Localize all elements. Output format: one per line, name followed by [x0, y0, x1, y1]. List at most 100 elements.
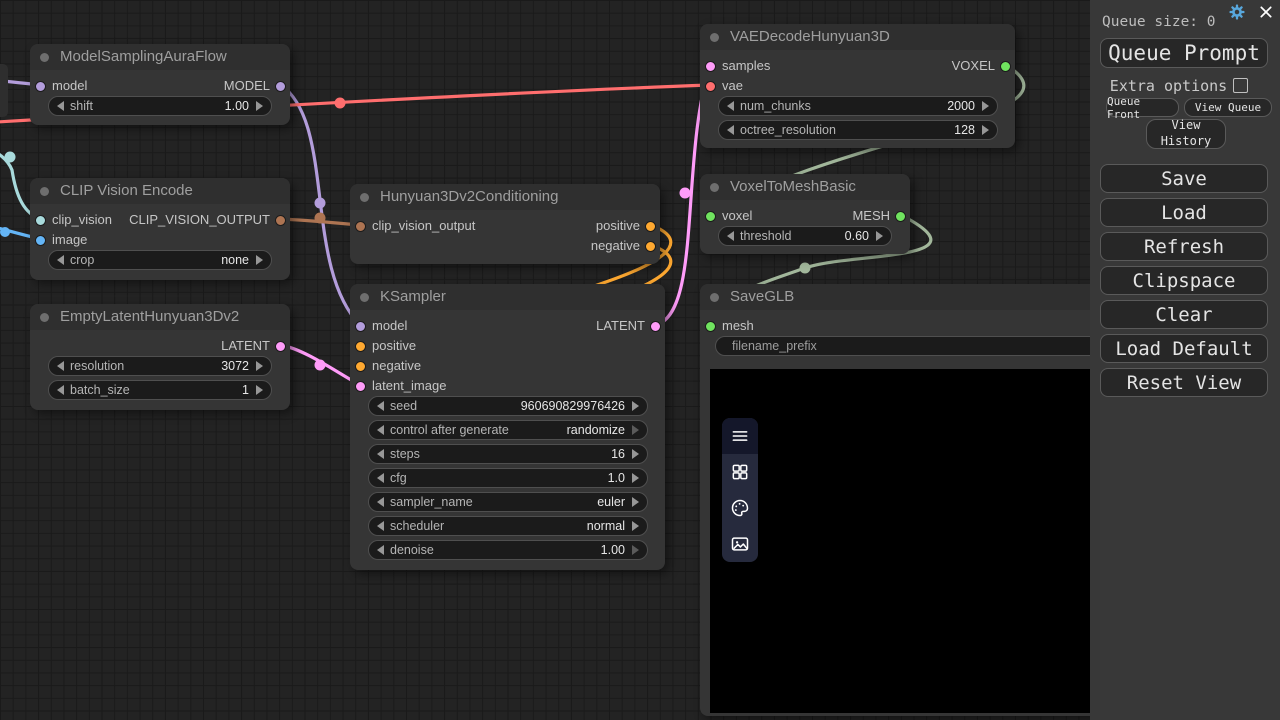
- view-queue-button[interactable]: View Queue: [1184, 98, 1272, 117]
- reset-view-button[interactable]: Reset View: [1100, 368, 1268, 397]
- output-port-clip-vision-output[interactable]: [275, 215, 286, 226]
- decrement-arrow-icon[interactable]: [377, 521, 384, 531]
- widget-steps[interactable]: steps 16: [368, 444, 648, 464]
- viewport-grid-button[interactable]: [722, 454, 758, 490]
- collapse-dot[interactable]: [40, 187, 49, 196]
- increment-arrow-icon[interactable]: [632, 449, 639, 459]
- collapse-dot[interactable]: [710, 293, 719, 302]
- decrement-arrow-icon[interactable]: [57, 361, 64, 371]
- output-port-latent[interactable]: [275, 341, 286, 352]
- input-port-positive[interactable]: [355, 341, 366, 352]
- output-port-positive[interactable]: [645, 221, 656, 232]
- decrement-arrow-icon[interactable]: [727, 231, 734, 241]
- node-title: Hunyuan3Dv2Conditioning: [380, 188, 558, 205]
- widget-batch-size[interactable]: batch_size 1: [48, 380, 272, 400]
- widget-shift[interactable]: shift 1.00: [48, 96, 272, 116]
- output-port-negative[interactable]: [645, 241, 656, 252]
- input-port-samples[interactable]: [705, 61, 716, 72]
- input-port-vae[interactable]: [705, 81, 716, 92]
- close-icon[interactable]: [1258, 4, 1274, 20]
- widget-sampler-name[interactable]: sampler_name euler: [368, 492, 648, 512]
- queue-front-button[interactable]: Queue Front: [1106, 98, 1179, 117]
- refresh-button[interactable]: Refresh: [1100, 232, 1268, 261]
- viewport-image-button[interactable]: [722, 526, 758, 562]
- decrement-arrow-icon[interactable]: [57, 255, 64, 265]
- input-port-clip-vision[interactable]: [35, 215, 46, 226]
- collapse-dot[interactable]: [40, 53, 49, 62]
- viewport-menu-button[interactable]: [722, 418, 758, 454]
- increment-arrow-icon[interactable]: [256, 385, 263, 395]
- decrement-arrow-icon[interactable]: [377, 473, 384, 483]
- node-hunyuan3dv2conditioning[interactable]: Hunyuan3Dv2Conditioning clip_vision_outp…: [350, 184, 660, 264]
- widget-scheduler[interactable]: scheduler normal: [368, 516, 648, 536]
- increment-arrow-icon[interactable]: [632, 497, 639, 507]
- widget-crop[interactable]: crop none: [48, 250, 272, 270]
- decrement-arrow-icon[interactable]: [377, 497, 384, 507]
- widget-cfg[interactable]: cfg 1.0: [368, 468, 648, 488]
- node-modelsamplingauraflow[interactable]: ModelSamplingAuraFlow model MODEL shift …: [30, 44, 290, 125]
- increment-arrow-icon[interactable]: [632, 473, 639, 483]
- decrement-arrow-icon[interactable]: [57, 101, 64, 111]
- clear-button[interactable]: Clear: [1100, 300, 1268, 329]
- collapse-dot[interactable]: [710, 33, 719, 42]
- collapse-dot[interactable]: [710, 183, 719, 192]
- collapse-dot[interactable]: [360, 293, 369, 302]
- node-clip-vision-encode[interactable]: CLIP Vision Encode clip_vision CLIP_VISI…: [30, 178, 290, 280]
- increment-arrow-icon[interactable]: [632, 545, 639, 555]
- collapse-dot[interactable]: [360, 193, 369, 202]
- output-port-latent[interactable]: [650, 321, 661, 332]
- input-port-voxel[interactable]: [705, 211, 716, 222]
- input-port-image[interactable]: [35, 235, 46, 246]
- output-label-voxel: VOXEL: [952, 58, 995, 73]
- node-vaedecodehunyuan3d[interactable]: VAEDecodeHunyuan3D samples VOXEL vae num…: [700, 24, 1015, 148]
- viewport-palette-button[interactable]: [722, 490, 758, 526]
- view-history-button[interactable]: View History: [1146, 119, 1226, 149]
- node-voxeltomeshbasic[interactable]: VoxelToMeshBasic voxel MESH threshold 0.…: [700, 174, 910, 254]
- widget-seed[interactable]: seed 960690829976426: [368, 396, 648, 416]
- gear-icon[interactable]: [1228, 3, 1246, 21]
- increment-arrow-icon[interactable]: [256, 101, 263, 111]
- input-port-model[interactable]: [35, 81, 46, 92]
- increment-arrow-icon[interactable]: [982, 101, 989, 111]
- input-port-latent-image[interactable]: [355, 381, 366, 392]
- decrement-arrow-icon[interactable]: [727, 101, 734, 111]
- load-default-button[interactable]: Load Default: [1100, 334, 1268, 363]
- widget-num-chunks[interactable]: num_chunks 2000: [718, 96, 998, 116]
- decrement-arrow-icon[interactable]: [377, 401, 384, 411]
- widget-resolution[interactable]: resolution 3072: [48, 356, 272, 376]
- decrement-arrow-icon[interactable]: [377, 545, 384, 555]
- increment-arrow-icon[interactable]: [876, 231, 883, 241]
- input-port-model[interactable]: [355, 321, 366, 332]
- queue-prompt-button[interactable]: Queue Prompt: [1100, 38, 1268, 68]
- increment-arrow-icon[interactable]: [632, 521, 639, 531]
- increment-arrow-icon[interactable]: [632, 425, 639, 435]
- increment-arrow-icon[interactable]: [256, 361, 263, 371]
- output-port-voxel[interactable]: [1000, 61, 1011, 72]
- decrement-arrow-icon[interactable]: [377, 449, 384, 459]
- load-button[interactable]: Load: [1100, 198, 1268, 227]
- output-port-mesh[interactable]: [895, 211, 906, 222]
- decrement-arrow-icon[interactable]: [727, 125, 734, 135]
- node-ksampler[interactable]: KSampler model LATENT positive negative …: [350, 284, 665, 570]
- menu-icon: [730, 426, 750, 446]
- widget-control-after-generate[interactable]: control after generate randomize: [368, 420, 648, 440]
- output-port-model[interactable]: [275, 81, 286, 92]
- save-button[interactable]: Save: [1100, 164, 1268, 193]
- input-port-negative[interactable]: [355, 361, 366, 372]
- increment-arrow-icon[interactable]: [982, 125, 989, 135]
- decrement-arrow-icon[interactable]: [377, 425, 384, 435]
- decrement-arrow-icon[interactable]: [57, 385, 64, 395]
- input-port-clip-vision-output[interactable]: [355, 221, 366, 232]
- widget-octree-resolution[interactable]: octree_resolution 128: [718, 120, 998, 140]
- widget-denoise[interactable]: denoise 1.00: [368, 540, 648, 560]
- input-port-mesh[interactable]: [705, 321, 716, 332]
- clipspace-button[interactable]: Clipspace: [1100, 266, 1268, 295]
- increment-arrow-icon[interactable]: [632, 401, 639, 411]
- increment-arrow-icon[interactable]: [256, 255, 263, 265]
- 3d-preview-viewport[interactable]: [710, 369, 1090, 713]
- widget-threshold[interactable]: threshold 0.60: [718, 226, 892, 246]
- offscreen-node-fragment[interactable]: [0, 64, 8, 117]
- node-emptylatenthunyuan3dv2[interactable]: EmptyLatentHunyuan3Dv2 LATENT resolution…: [30, 304, 290, 410]
- collapse-dot[interactable]: [40, 313, 49, 322]
- extra-options-checkbox[interactable]: [1233, 78, 1248, 93]
